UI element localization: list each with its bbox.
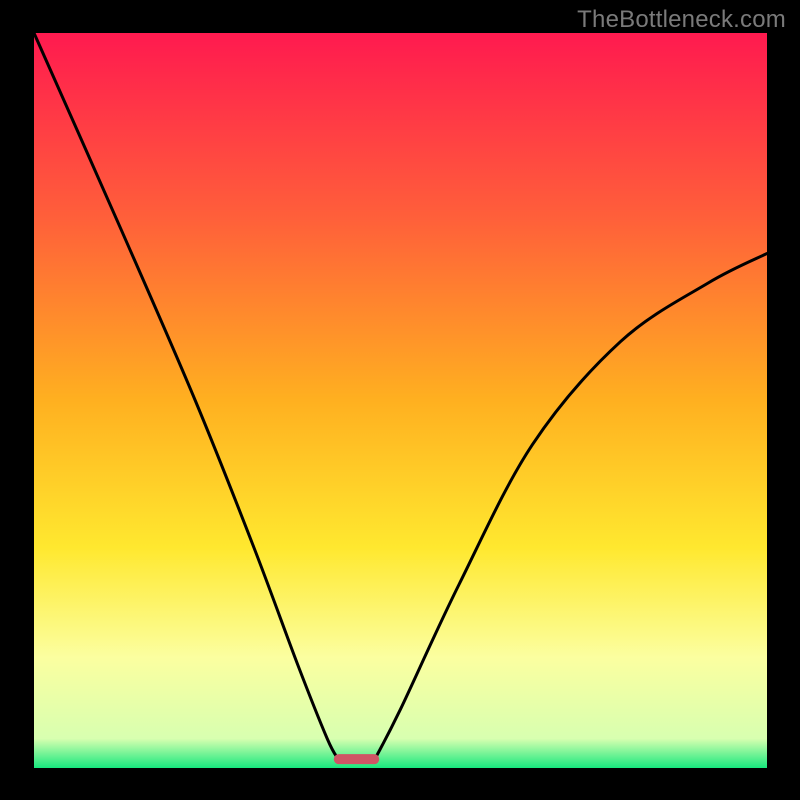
chart-background [34, 33, 767, 768]
watermark-text: TheBottleneck.com [577, 6, 786, 34]
valley-marker [334, 754, 379, 764]
outer-frame: TheBottleneck.com [0, 0, 800, 800]
chart-plot-area [34, 33, 767, 768]
chart-svg [34, 33, 767, 768]
